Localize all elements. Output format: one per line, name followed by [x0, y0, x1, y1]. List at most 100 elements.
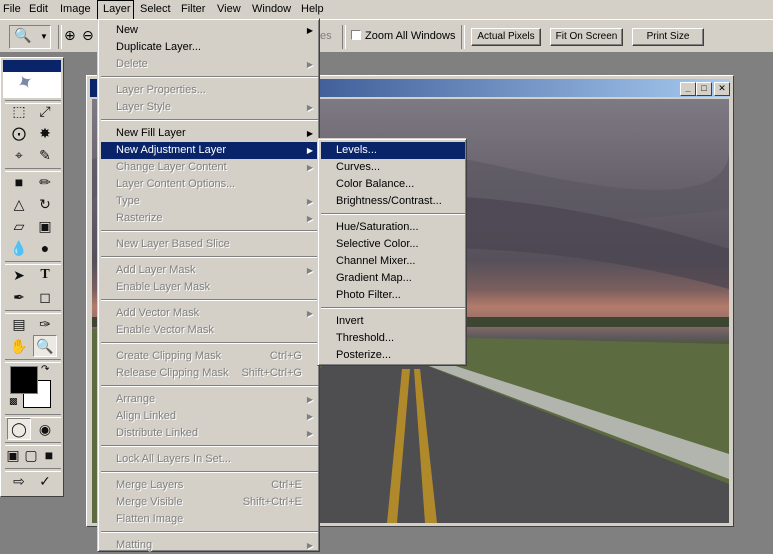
layer-menu-item-distribute-linked[interactable]: Distribute Linked ▶ — [101, 425, 318, 442]
stamp-icon[interactable]: △ — [7, 193, 31, 215]
layer-menu-item-new-layer-based-slice[interactable]: New Layer Based Slice — [101, 236, 318, 253]
swap-colors-icon[interactable]: ↷ — [41, 364, 49, 375]
layer-menu-item-add-vector-mask[interactable]: Add Vector Mask ▶ — [101, 305, 318, 322]
print-size-button[interactable]: Print Size — [632, 28, 704, 46]
menu-item-shortcut: Shift+Ctrl+E — [242, 496, 302, 508]
menu-item-label: Create Clipping Mask — [116, 350, 222, 362]
layer-menu-item-align-linked[interactable]: Align Linked ▶ — [101, 408, 318, 425]
move-icon[interactable]: ⤢ — [33, 100, 57, 122]
notes-icon[interactable]: ▤ — [7, 313, 31, 335]
type-icon[interactable]: T — [33, 264, 57, 286]
brush-icon[interactable]: ✏ — [33, 171, 57, 193]
adjustment-item-selective-color[interactable]: Selective Color... — [321, 236, 465, 253]
crop-icon[interactable]: ⌖ — [7, 144, 31, 166]
submenu-arrow-icon: ▶ — [306, 146, 313, 155]
layer-menu-item-change-layer-content[interactable]: Change Layer Content ▶ — [101, 159, 318, 176]
layer-menu-item-rasterize[interactable]: Rasterize ▶ — [101, 210, 318, 227]
menu-help[interactable]: Help — [301, 0, 324, 19]
layer-menu-item-layer-style[interactable]: Layer Style ▶ — [101, 99, 318, 116]
gradient-icon[interactable]: ▣ — [33, 215, 57, 237]
layer-menu-item-new-adjustment-layer[interactable]: New Adjustment Layer ▶ — [101, 142, 318, 159]
eraser-icon[interactable]: ▱ — [7, 215, 31, 237]
layer-menu-item-type[interactable]: Type ▶ — [101, 193, 318, 210]
tool-preset-picker[interactable]: 🔍 ▼ — [9, 25, 51, 49]
layer-menu-item-merge-layers[interactable]: Merge Layers Ctrl+E — [101, 477, 318, 494]
dodge-icon[interactable]: ● — [33, 237, 57, 259]
layer-menu-item-create-clipping-mask[interactable]: Create Clipping Mask Ctrl+G — [101, 348, 318, 365]
fit-on-screen-button[interactable]: Fit On Screen — [550, 28, 623, 46]
adjustment-item-hue-saturation[interactable]: Hue/Saturation... — [321, 219, 465, 236]
menu-item-label: Layer Content Options... — [116, 178, 236, 190]
menu-filter[interactable]: Filter — [181, 0, 205, 19]
layer-menu-item-delete[interactable]: Delete ▶ — [101, 56, 318, 73]
menu-select[interactable]: Select — [140, 0, 171, 19]
adjustment-item-gradient-map[interactable]: Gradient Map... — [321, 270, 465, 287]
layer-menu-item-release-clipping-mask[interactable]: Release Clipping Mask Shift+Ctrl+G — [101, 365, 318, 382]
menu-item-label: Posterize... — [336, 349, 392, 361]
full-screen-menu-icon[interactable]: ▢ — [21, 444, 41, 466]
menu-separator — [321, 307, 465, 309]
adjustment-item-brightness-contrast[interactable]: Brightness/Contrast... — [321, 193, 465, 210]
lasso-icon[interactable]: ⨀ — [7, 122, 31, 144]
layer-menu-item-new[interactable]: New ▶ — [101, 22, 318, 39]
layer-menu-item-lock-all-layers-in-set[interactable]: Lock All Layers In Set... — [101, 451, 318, 468]
zoom-all-windows-checkbox[interactable] — [351, 30, 361, 40]
menu-item-label: Distribute Linked — [116, 427, 198, 439]
path-selection-icon[interactable]: ➤ — [7, 264, 31, 286]
zoom-in-icon[interactable]: ⊕ — [64, 27, 76, 44]
layer-menu-item-merge-visible[interactable]: Merge Visible Shift+Ctrl+E — [101, 494, 318, 511]
layer-menu-item-layer-content-options[interactable]: Layer Content Options... — [101, 176, 318, 193]
actual-pixels-button[interactable]: Actual Pixels — [471, 28, 541, 46]
adjustment-item-posterize[interactable]: Posterize... — [321, 347, 465, 364]
foreground-color-swatch[interactable] — [10, 366, 38, 394]
marquee-icon[interactable]: ⬚ — [7, 100, 31, 122]
menu-layer[interactable]: Layer — [97, 0, 134, 19]
default-colors-icon[interactable]: ▩ — [9, 396, 18, 407]
close-icon[interactable]: ✕ — [714, 82, 730, 96]
layer-menu-item-matting[interactable]: Matting ▶ — [101, 537, 318, 554]
menu-view[interactable]: View — [217, 0, 241, 19]
hand-icon[interactable]: ✋ — [7, 335, 31, 357]
layer-menu-item-enable-vector-mask[interactable]: Enable Vector Mask — [101, 322, 318, 339]
standard-mode-icon[interactable]: ◯ — [7, 418, 31, 440]
layer-menu-item-new-fill-layer[interactable]: New Fill Layer ▶ — [101, 125, 318, 142]
healing-brush-icon[interactable]: ■ — [7, 171, 31, 193]
layer-menu-item-duplicate-layer[interactable]: Duplicate Layer... — [101, 39, 318, 56]
blur-icon[interactable]: 💧 — [7, 237, 31, 259]
adjustment-item-threshold[interactable]: Threshold... — [321, 330, 465, 347]
menu-file[interactable]: File — [3, 0, 21, 19]
magic-wand-icon[interactable]: ✸ — [33, 122, 57, 144]
menu-window[interactable]: Window — [252, 0, 291, 19]
layer-menu-item-enable-layer-mask[interactable]: Enable Layer Mask — [101, 279, 318, 296]
eyedropper-icon[interactable]: ✑ — [33, 313, 57, 335]
imageready-icon[interactable]: ✓ — [33, 470, 57, 492]
menu-item-shortcut: Ctrl+G — [269, 350, 302, 362]
adjustment-item-invert[interactable]: Invert — [321, 313, 465, 330]
quick-mask-mode-icon[interactable]: ◉ — [33, 418, 57, 440]
history-brush-icon[interactable]: ↻ — [33, 193, 57, 215]
pen-icon[interactable]: ✒ — [7, 286, 31, 308]
adjustment-item-channel-mixer[interactable]: Channel Mixer... — [321, 253, 465, 270]
layer-menu-item-flatten-image[interactable]: Flatten Image — [101, 511, 318, 528]
menu-image[interactable]: Image — [60, 0, 91, 19]
menu-edit[interactable]: Edit — [29, 0, 48, 19]
adjustment-item-color-balance[interactable]: Color Balance... — [321, 176, 465, 193]
adjustment-item-curves[interactable]: Curves... — [321, 159, 465, 176]
full-screen-icon[interactable]: ■ — [39, 444, 59, 466]
layer-menu-item-add-layer-mask[interactable]: Add Layer Mask ▶ — [101, 262, 318, 279]
minimize-icon[interactable]: _ — [680, 82, 696, 96]
shape-icon[interactable]: ◻ — [33, 286, 57, 308]
menu-item-label: Rasterize — [116, 212, 163, 224]
jump-to-imageready-icon[interactable]: ⇨ — [7, 470, 31, 492]
adjustment-item-levels[interactable]: Levels... — [321, 142, 465, 159]
layer-menu-item-layer-properties[interactable]: Layer Properties... — [101, 82, 318, 99]
maximize-icon[interactable]: □ — [696, 82, 712, 96]
zoom-icon[interactable]: 🔍 — [33, 335, 57, 357]
menu-separator — [101, 230, 318, 232]
slice-icon[interactable]: ✎ — [33, 144, 57, 166]
layer-menu-item-arrange[interactable]: Arrange ▶ — [101, 391, 318, 408]
zoom-out-icon[interactable]: ⊖ — [82, 27, 94, 44]
standard-screen-icon[interactable]: ▣ — [3, 444, 23, 466]
adobe-online-logo[interactable]: ✦ — [3, 60, 61, 98]
adjustment-item-photo-filter[interactable]: Photo Filter... — [321, 287, 465, 304]
